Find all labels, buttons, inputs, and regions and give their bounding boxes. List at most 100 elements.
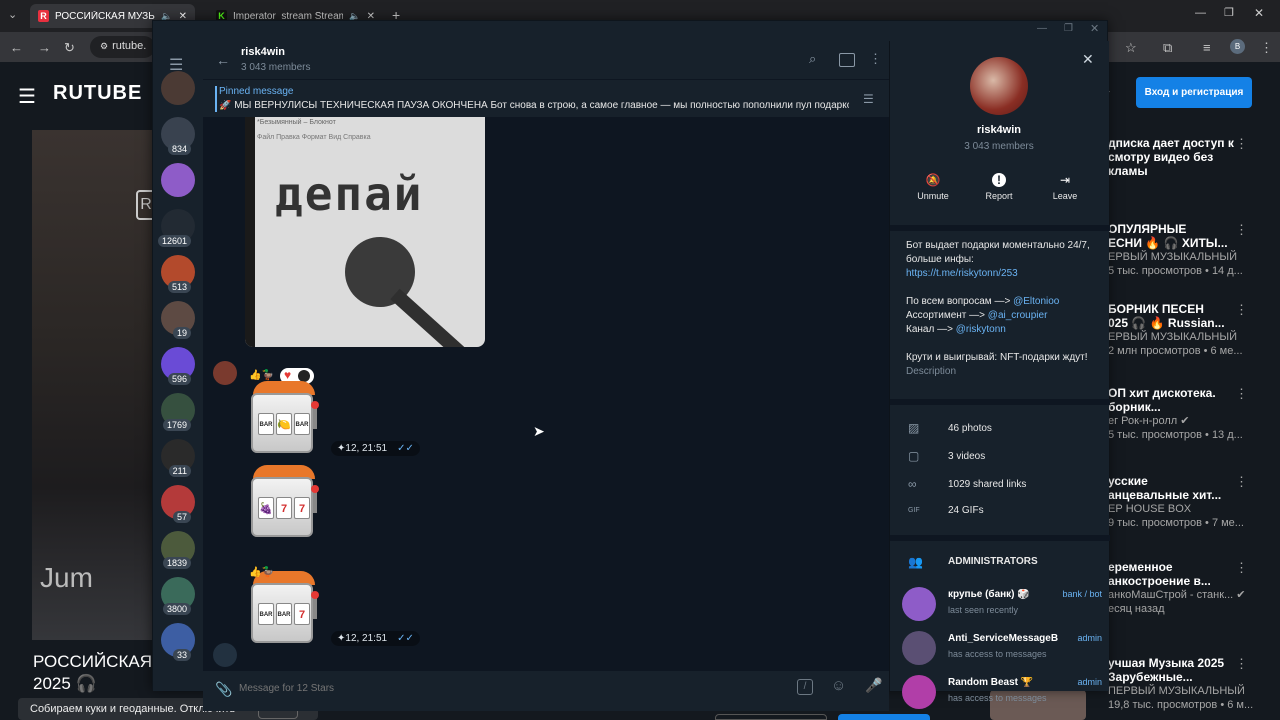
unread-badge: 57: [172, 511, 191, 523]
description-link[interactable]: https://t.me/riskytonn/253: [906, 267, 1106, 281]
minimize-icon[interactable]: —: [1037, 23, 1047, 34]
search-icon[interactable]: ⌕: [809, 51, 816, 67]
runner-avatar[interactable]: 834: [161, 117, 195, 155]
profile-action-leave[interactable]: ⇥ Leave: [1034, 169, 1096, 217]
pinned-message-bar[interactable]: Pinned message 🚀 МЫ ВЕРНУЛИСЫ ТЕХНИЧЕСКА…: [203, 79, 889, 117]
subscribe-button[interactable]: [838, 714, 930, 720]
recommendation-meta: ПЕРВЫЙ МУЗЫКАЛЬНЫЙ: [1108, 685, 1245, 697]
divider: [890, 399, 1110, 405]
admin-avatar: [902, 587, 936, 621]
rutube-favicon-icon: R: [38, 10, 49, 22]
kebab-menu-icon[interactable]: ⋮: [1260, 40, 1273, 56]
group-avatar[interactable]: 1769: [161, 393, 195, 431]
profile-action-unmute[interactable]: 🔕 Unmute: [902, 169, 964, 217]
admin-row[interactable]: Random Beast 🏆 has access to messages admi…: [902, 673, 1102, 713]
address-bar[interactable]: ⚙ rutube.: [90, 36, 155, 58]
speedometer-avatar[interactable]: 12601: [157, 209, 195, 247]
photo-icon: ▨: [908, 421, 920, 435]
sender-avatar[interactable]: [213, 643, 237, 667]
recommendation-item[interactable]: ОП хит дискотека. борник... ег Рок-н-ролл …: [1108, 386, 1268, 442]
kick-avatar[interactable]: 33: [161, 623, 195, 661]
recommendation-title: анкостроение в...: [1108, 574, 1211, 588]
tab-search-icon[interactable]: ⌄: [8, 8, 17, 21]
contact-link[interactable]: @ai_croupier: [988, 310, 1048, 321]
reload-icon[interactable]: ↻: [64, 40, 75, 56]
recommendation-item[interactable]: БОРНИК ПЕСЕН 025 🎧 🔥 Russian... ЕРВЫЙ МУЗЫ…: [1108, 302, 1268, 358]
kebab-menu-icon[interactable]: ⋮: [1235, 656, 1248, 672]
pinned-list-icon[interactable]: ☰: [863, 92, 874, 106]
unread-badge: 834: [167, 143, 191, 155]
crowd-avatar[interactable]: 3800: [161, 577, 195, 615]
close-window-icon[interactable]: ✕: [1090, 22, 1099, 35]
media-row-photo[interactable]: ▨ 46 photos: [908, 421, 992, 435]
kebab-menu-icon[interactable]: ⋮: [1235, 136, 1248, 152]
kebab-menu-icon[interactable]: ⋮: [1235, 560, 1248, 576]
casino-avatar[interactable]: 513: [161, 255, 195, 293]
attach-icon[interactable]: 📎: [215, 681, 232, 698]
recommendation-item[interactable]: учшая Музыка 2025 Зарубежные... ПЕРВЫЙ МУЗ…: [1108, 656, 1268, 712]
slot-machine-sticker[interactable]: BAR 🍋 BAR: [249, 381, 319, 457]
logo-avatar[interactable]: 596: [161, 347, 195, 385]
kebab-menu-icon[interactable]: ⋮: [1235, 302, 1248, 318]
bookmark-star-icon[interactable]: ☆: [1125, 40, 1137, 56]
recommendation-item[interactable]: еременное анкостроение в... анкоМашСтрой -…: [1108, 560, 1268, 616]
bot-commands-icon[interactable]: /: [797, 679, 813, 695]
video-title-line1: РОССИЙСКАЯ: [33, 652, 152, 671]
unread-badge: 1839: [162, 557, 191, 569]
media-row-gif[interactable]: GIF 24 GIFs: [908, 505, 984, 516]
slot-machine-sticker[interactable]: 🍇 7 7: [249, 465, 319, 541]
extensions-icon[interactable]: ⧉: [1163, 40, 1172, 56]
pagination-button[interactable]: [715, 714, 827, 720]
girl-avatar[interactable]: 19: [161, 301, 195, 339]
chat-members: 3 043 members: [241, 62, 311, 73]
forward-icon[interactable]: →: [38, 40, 51, 55]
reaction-emoji[interactable]: 👍🦆: [249, 567, 274, 578]
recommendation-item[interactable]: дписка дает доступ к смотру видео без клам…: [1108, 136, 1268, 178]
kebab-menu-icon[interactable]: ⋮: [1235, 386, 1248, 402]
slot-machine-sticker[interactable]: BAR BAR 7: [249, 571, 319, 647]
login-button[interactable]: Вход и регистрация: [1136, 77, 1252, 108]
contact-link[interactable]: @riskytonn: [956, 324, 1006, 335]
sender-avatar[interactable]: [213, 361, 237, 385]
kebab-menu-icon[interactable]: ⋮: [1235, 474, 1248, 490]
image-message[interactable]: *Безымянный – Блокнот Файл Правка Формат…: [245, 117, 485, 347]
profile-avatar[interactable]: B: [1230, 39, 1245, 54]
admin-avatar: [902, 675, 936, 709]
profile-action-report[interactable]: ! Report: [968, 169, 1030, 217]
admin-row[interactable]: крупье (банк) 🎲 last seen recently bank / …: [902, 585, 1102, 625]
sidebar-toggle-icon[interactable]: [839, 53, 855, 67]
chat-title[interactable]: risk4win: [241, 46, 285, 58]
media-icon[interactable]: ≡: [1203, 40, 1211, 55]
recommendation-item[interactable]: усские анцевальные хит... ЕР HOUSE BOX 9 ты…: [1108, 474, 1268, 530]
more-options-icon[interactable]: ⋮: [869, 51, 882, 67]
reaction-emoji[interactable]: 👍🦆: [249, 370, 274, 381]
back-icon[interactable]: ←: [10, 40, 23, 55]
people-avatar[interactable]: 1839: [161, 531, 195, 569]
back-arrow-icon[interactable]: ←: [216, 52, 230, 68]
raccoon-avatar[interactable]: [161, 71, 195, 105]
minimize-icon[interactable]: —: [1195, 7, 1206, 19]
admin-row[interactable]: Anti_ServiceMessageB... has access to mes…: [902, 629, 1102, 669]
game-avatar[interactable]: 57: [161, 485, 195, 523]
chat-folders-sidebar: ☰ 834 12601 513 19 596 1769 211 57 1839 3800 33: [153, 41, 203, 691]
gaming-avatar[interactable]: 211: [161, 439, 195, 477]
group-avatar[interactable]: [970, 57, 1028, 115]
media-row-video[interactable]: ▢ 3 videos: [908, 449, 985, 463]
recommendation-item[interactable]: ОПУЛЯРНЫЕ ЕСНИ 🔥 🎧 ХИТЫ... ЕРВЫЙ МУЗЫКАЛЬН…: [1108, 222, 1268, 278]
media-row-link[interactable]: ∞ 1029 shared links: [908, 477, 1026, 491]
maximize-icon[interactable]: ❐: [1064, 23, 1073, 34]
microphone-icon[interactable]: 🎤: [865, 677, 882, 694]
maximize-icon[interactable]: ❐: [1224, 6, 1234, 19]
close-icon[interactable]: ✕: [1082, 51, 1094, 68]
man-avatar[interactable]: [161, 163, 195, 197]
close-window-icon[interactable]: ✕: [1254, 6, 1264, 20]
emoji-icon[interactable]: ☺: [831, 677, 846, 694]
message-input[interactable]: [239, 677, 759, 699]
contact-link[interactable]: @Eltonioo: [1013, 296, 1059, 307]
rutube-logo[interactable]: RUTUBE: [53, 82, 142, 105]
leave-icon: ⇥: [1059, 173, 1071, 187]
unread-badge: 513: [167, 281, 191, 293]
hamburger-icon[interactable]: ☰: [18, 84, 36, 109]
kebab-menu-icon[interactable]: ⋮: [1235, 222, 1248, 238]
stick-shadow: [390, 288, 467, 347]
